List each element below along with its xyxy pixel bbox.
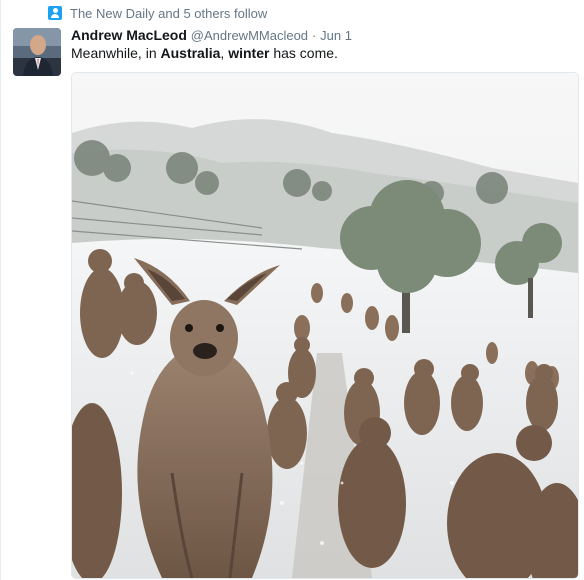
header-separator: ·	[311, 28, 317, 43]
tweet-photo[interactable]	[71, 72, 579, 579]
timeline-border	[0, 0, 1, 580]
tweet-text-bold-australia: Australia	[160, 45, 221, 61]
avatar[interactable]	[13, 28, 61, 76]
social-context[interactable]: The New Daily and 5 others follow	[48, 4, 267, 22]
tweet-text-part: has come.	[269, 45, 338, 61]
tweet-text: Meanwhile, in Australia, winter has come…	[71, 44, 338, 62]
tweet-header: Andrew MacLeod @AndrewMMacleod · Jun 1	[71, 26, 352, 45]
snowy-kangaroo-photo	[72, 73, 578, 578]
social-context-text[interactable]: The New Daily and 5 others follow	[70, 6, 267, 21]
follow-user-icon	[48, 6, 62, 20]
author-name[interactable]: Andrew MacLeod	[71, 27, 187, 43]
tweet-timestamp[interactable]: Jun 1	[320, 28, 352, 43]
author-handle[interactable]: @AndrewMMacleod	[191, 28, 308, 43]
tweet-text-part: Meanwhile, in	[71, 45, 161, 61]
tweet-text-bold-winter: winter	[228, 45, 270, 61]
